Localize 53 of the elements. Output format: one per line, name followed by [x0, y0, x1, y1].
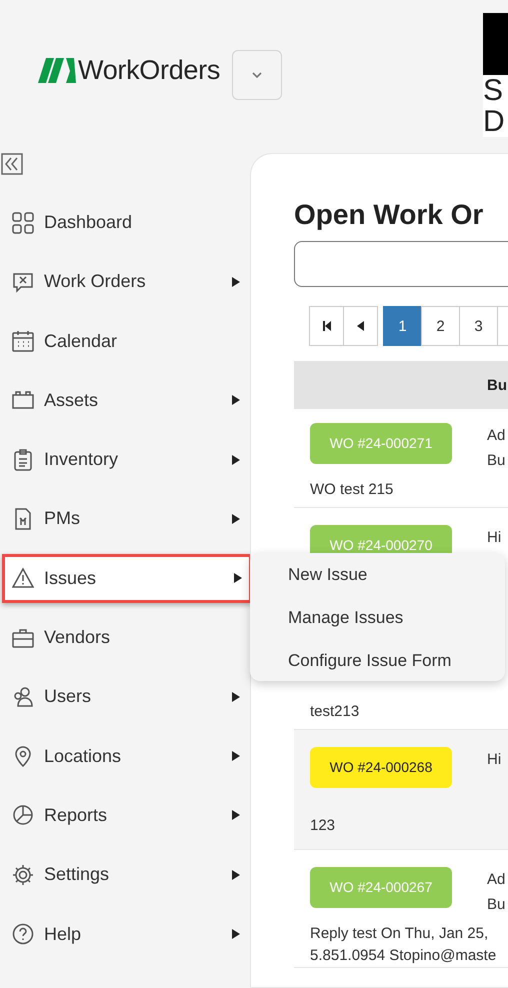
table-cell-text: Bu — [487, 895, 506, 915]
table-cell-text: Hi — [487, 528, 502, 548]
sidebar-item[interactable]: Vendors — [0, 613, 250, 662]
table-cell-text: Hi — [487, 750, 502, 770]
menu-item-icon — [12, 330, 34, 352]
first-page-button[interactable] — [309, 306, 344, 346]
sidebar-item[interactable]: Settings — [0, 850, 250, 900]
page-button[interactable]: 3 — [459, 306, 498, 346]
menu-item-icon — [12, 567, 34, 590]
menu-item-icon — [12, 686, 34, 708]
collapse-icon[interactable] — [1, 153, 23, 175]
page-title: Open Work Or — [294, 198, 484, 232]
sidebar-item[interactable]: Help — [0, 910, 250, 959]
menu-item-icon — [12, 270, 34, 293]
sidebar-item[interactable]: Work Orders — [0, 257, 250, 306]
table-cell-text: Bu — [487, 451, 506, 471]
first-page-icon — [322, 321, 332, 331]
chevron-down-icon — [251, 71, 264, 79]
column-header: Bu — [487, 376, 507, 394]
menu-item-icon — [12, 212, 34, 234]
sidebar-item[interactable]: PMs — [0, 494, 250, 544]
menu-item-icon — [12, 626, 34, 649]
previous-page-icon — [357, 321, 364, 331]
sidebar-item[interactable]: Locations — [0, 732, 250, 781]
sidebar-item[interactable]: Dashboard — [0, 198, 250, 247]
menu-item-icon — [12, 389, 34, 412]
menu-item-icon — [12, 448, 34, 471]
description-text: WO test 215 — [310, 480, 394, 500]
work-order-badge[interactable]: WO #24-000268 — [310, 747, 452, 788]
description-text: 123 — [310, 816, 336, 836]
sidebar-item[interactable]: Users — [0, 672, 250, 722]
page-button[interactable]: 1 — [383, 306, 422, 346]
sidebar-item[interactable]: Issues — [2, 554, 252, 603]
description-text: 5.851.0954 Stopino@maste — [310, 946, 498, 966]
description-text: test213 — [310, 702, 360, 722]
logo-text: WorkOrders — [78, 55, 220, 86]
description-text: Reply test On Thu, Jan 25, — [310, 924, 490, 944]
table-cell-text: Ad — [487, 426, 506, 446]
menu-item-icon — [12, 864, 34, 886]
submenu-item[interactable]: New Issue — [288, 563, 505, 587]
logo-mark-icon — [38, 58, 76, 84]
sidebar-item[interactable]: Reports — [0, 790, 250, 840]
page-button[interactable]: 2 — [421, 306, 460, 346]
submenu-item[interactable]: Manage Issues — [288, 606, 505, 630]
submenu-item[interactable]: Configure Issue Form — [288, 649, 505, 673]
previous-page-button[interactable] — [343, 306, 378, 346]
menu-item-icon — [12, 804, 34, 826]
menu-item-icon — [12, 923, 34, 946]
table-cell-text: Ad — [487, 870, 506, 890]
sidebar-item[interactable]: Inventory — [0, 435, 250, 484]
sidebar-item[interactable]: Assets — [0, 376, 250, 425]
corner-logo: S D — [483, 13, 508, 137]
sidebar-item[interactable]: Calendar — [0, 316, 250, 366]
